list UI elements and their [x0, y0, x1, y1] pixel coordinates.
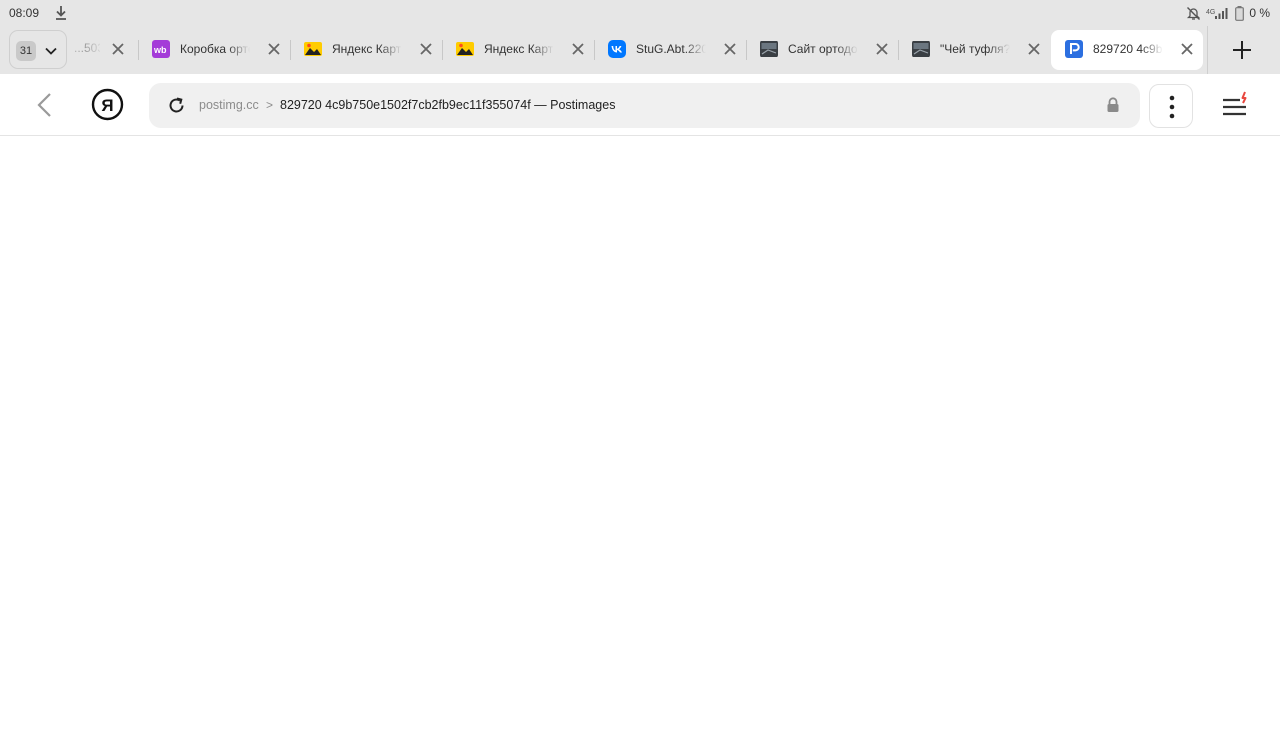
bell-off-icon [1187, 6, 1201, 20]
tab-chei-tuflya[interactable]: "Чей туфля?" [898, 26, 1050, 74]
tab-strip: 31 ...503 wb Коробка ортопедическая Янде… [0, 26, 1280, 74]
battery-percent: 0 % [1249, 6, 1270, 20]
new-tab-icon[interactable] [1230, 38, 1254, 62]
tab-strip-divider [1207, 26, 1208, 74]
tab-title: 829720 4c9b750e1502f7cb2fb9ec11f355074f [1093, 42, 1163, 56]
partial-tab-title[interactable]: ...503 [74, 41, 100, 55]
yandex-logo-icon[interactable]: Я [91, 88, 124, 121]
tab-title: Сайт ортодокс [788, 42, 858, 56]
hamburger-menu-icon[interactable] [1219, 90, 1253, 120]
postimages-icon [1065, 40, 1083, 58]
reload-icon[interactable] [167, 96, 186, 115]
tab-title: Коробка ортопедическая [180, 42, 250, 56]
address-domain: postimg.cc [199, 98, 259, 112]
close-icon[interactable] [418, 41, 434, 57]
tab-title: StuG.Abt.220 [636, 42, 706, 56]
tab-korobka[interactable]: wb Коробка ортопедическая [138, 26, 290, 74]
status-bar: 08:09 4G 0 % [0, 0, 1280, 26]
image-thumbnail-icon [760, 41, 778, 57]
yandex-images-icon [304, 42, 322, 56]
tab-count: 31 [16, 41, 36, 61]
back-arrow-icon[interactable] [30, 90, 58, 120]
close-icon[interactable] [874, 41, 890, 57]
status-icons: 4G 0 % [1186, 5, 1270, 21]
close-icon[interactable] [722, 41, 738, 57]
tab-yandex-images[interactable]: Яндекс Картинки [290, 26, 442, 74]
battery-icon [1235, 5, 1245, 21]
svg-text:4G: 4G [1206, 9, 1215, 16]
wildberries-icon: wb [152, 40, 170, 58]
lock-icon[interactable] [1106, 97, 1120, 113]
svg-text:Я: Я [101, 96, 113, 115]
signal-icon: 4G [1206, 8, 1228, 19]
chevron-down-icon [45, 47, 57, 55]
page-title: 829720 4c9b750e1502f7cb2fb9ec11f355074f … [280, 98, 616, 112]
tab-vk[interactable]: StuG.Abt.220 [594, 26, 746, 74]
close-icon[interactable] [266, 41, 282, 57]
tab-title: Яндекс Картинки [484, 42, 554, 56]
more-options-button[interactable] [1149, 84, 1193, 128]
browser-toolbar: Я postimg.cc > 829720 4c9b750e1502f7cb2f… [0, 74, 1280, 136]
tab-yandex-images-2[interactable]: Яндекс Картинки [442, 26, 594, 74]
tab-postimages-active[interactable]: 829720 4c9b750e1502f7cb2fb9ec11f355074f [1051, 30, 1203, 70]
yandex-images-icon [456, 42, 474, 56]
download-icon [56, 6, 66, 20]
close-icon[interactable] [1179, 41, 1195, 57]
kebab-menu-icon [1169, 95, 1175, 119]
close-icon[interactable] [570, 41, 586, 57]
close-icon[interactable] [110, 41, 126, 57]
page-content[interactable] [0, 137, 1280, 743]
status-time: 08:09 [9, 6, 40, 20]
tab-title: "Чей туфля?" [940, 42, 1010, 56]
image-thumbnail-icon [912, 41, 930, 57]
address-bar[interactable]: postimg.cc > 829720 4c9b750e1502f7cb2fb9… [149, 83, 1140, 128]
vk-icon [608, 40, 626, 58]
svg-text:wb: wb [153, 45, 167, 55]
tab-switcher-button[interactable]: 31 [9, 30, 67, 69]
tab-title: Яндекс Картинки [332, 42, 402, 56]
close-icon[interactable] [1026, 41, 1042, 57]
breadcrumb-separator: > [266, 98, 274, 112]
tab-sait-ortodoks[interactable]: Сайт ортодокс [746, 26, 898, 74]
